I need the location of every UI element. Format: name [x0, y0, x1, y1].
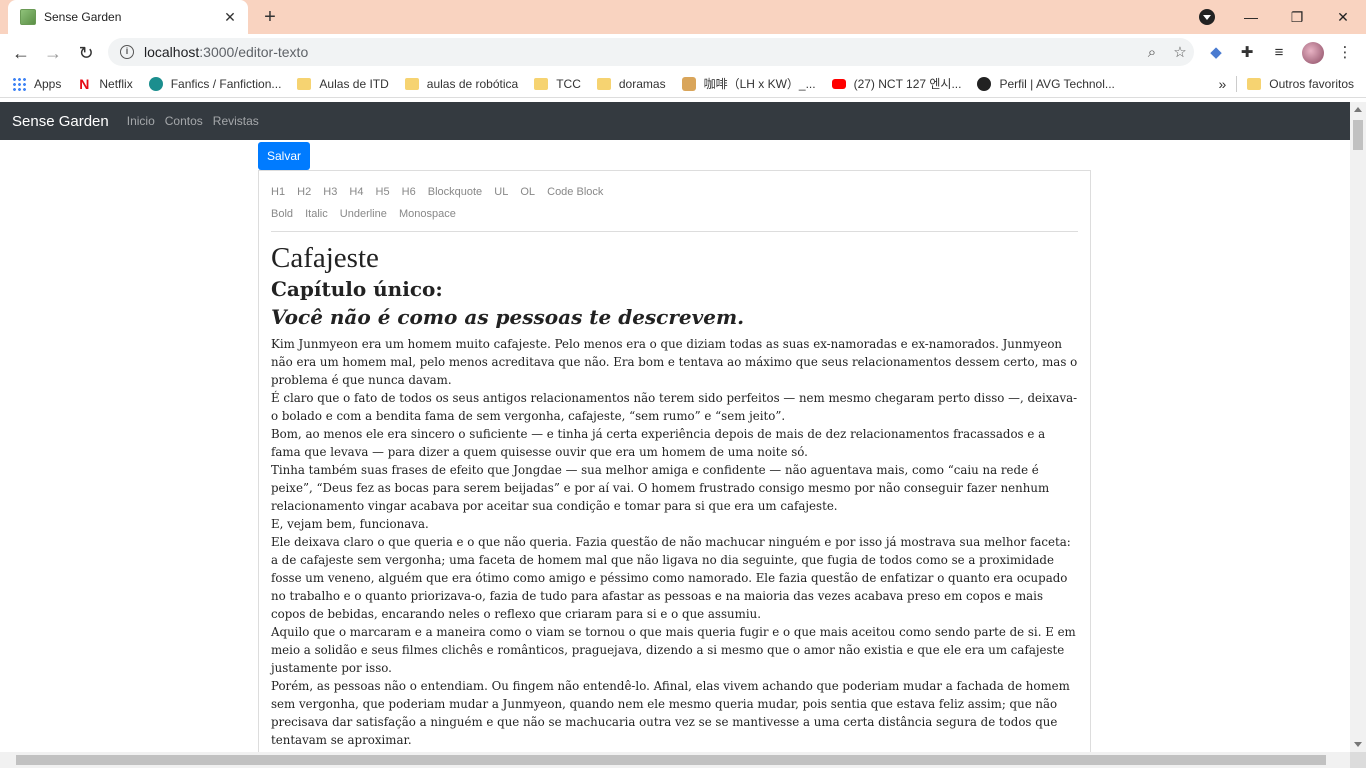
bookmark-aulas-itd[interactable]: Aulas de ITD: [297, 77, 389, 91]
blockquote-button[interactable]: Blockquote: [428, 186, 482, 198]
reload-icon[interactable]: ↻: [73, 40, 99, 66]
bookmarks-bar: Apps N Netflix Fanfics / Fanfiction... Au…: [0, 70, 1366, 98]
paragraph: Aquilo que o marcaram e a maneira como o…: [271, 625, 1076, 675]
url-text[interactable]: localhost:3000/editor-texto: [144, 44, 1138, 60]
h3-button[interactable]: H3: [323, 186, 337, 198]
rich-text-editor[interactable]: H1 H2 H3 H4 H5 H6 Blockquote UL OL Code …: [258, 170, 1091, 760]
h5-button[interactable]: H5: [376, 186, 390, 198]
ol-button[interactable]: OL: [520, 186, 535, 198]
address-bar[interactable]: i localhost:3000/editor-texto ⌕ ☆: [108, 38, 1194, 66]
site-favicon-icon: [20, 9, 36, 25]
bookmark-tcc[interactable]: TCC: [534, 77, 581, 91]
folder-icon: [596, 77, 611, 90]
youtube-icon: [831, 78, 846, 89]
restore-icon[interactable]: ❐: [1274, 0, 1320, 34]
back-arrow-icon[interactable]: ←: [8, 40, 34, 66]
horizontal-scroll-thumb[interactable]: [16, 755, 1326, 765]
editor-content[interactable]: Cafajeste Capítulo único: Você não é com…: [271, 242, 1078, 759]
chapter-subtitle: Você não é como as pessoas te descrevem.: [271, 305, 745, 329]
nav-link-contos[interactable]: Contos: [165, 114, 203, 128]
editor-toolbar: H1 H2 H3 H4 H5 H6 Blockquote UL OL Code …: [271, 181, 1078, 232]
bookmark-aulas-robotica[interactable]: aulas de robótica: [404, 77, 518, 91]
paragraph: Bom, ao menos ele era sincero o suficien…: [271, 427, 1046, 459]
scroll-up-icon[interactable]: [1354, 107, 1362, 112]
close-tab-icon[interactable]: ✕: [222, 9, 238, 26]
more-bookmarks-button[interactable]: »: [1219, 76, 1227, 92]
profile-avatar[interactable]: [1302, 42, 1324, 64]
folder-icon: [404, 77, 419, 90]
paragraph: Porém, as pessoas não o entendiam. Ou fi…: [271, 679, 1070, 747]
h4-button[interactable]: H4: [349, 186, 363, 198]
netflix-icon: N: [79, 75, 90, 92]
paragraph: E, vejam bem, funcionava.: [271, 517, 429, 531]
scroll-down-icon[interactable]: [1354, 742, 1362, 747]
bold-button[interactable]: Bold: [271, 208, 293, 220]
bookmark-other-favorites[interactable]: Outros favoritos: [1247, 77, 1354, 91]
paragraph: Ele deixava claro o que queria e o que n…: [271, 535, 1071, 621]
browser-tab[interactable]: Sense Garden ✕: [8, 0, 248, 34]
tab-search-icon[interactable]: [1199, 9, 1215, 25]
scrollbar-corner: [1350, 752, 1366, 768]
bookmark-apps[interactable]: Apps: [12, 76, 61, 91]
save-button[interactable]: Salvar: [258, 142, 310, 170]
nav-link-inicio[interactable]: Inicio: [127, 114, 155, 128]
paragraph: Tinha também suas frases de efeito que J…: [271, 463, 1050, 513]
folder-icon: [534, 77, 549, 90]
h1-button[interactable]: H1: [271, 186, 285, 198]
vertical-scrollbar[interactable]: [1350, 102, 1366, 752]
h6-button[interactable]: H6: [402, 186, 416, 198]
folder-icon: [297, 77, 312, 90]
bookmark-avg[interactable]: Perfil | AVG Technol...: [977, 76, 1115, 91]
bookmark-doramas[interactable]: doramas: [596, 77, 666, 91]
browser-toolbar: ← → ↻ i localhost:3000/editor-texto ⌕ ☆ …: [0, 34, 1366, 70]
inline-style-controls: Bold Italic Underline Monospace: [271, 203, 1078, 225]
bookmark-netflix[interactable]: N Netflix: [77, 77, 132, 91]
monospace-button[interactable]: Monospace: [399, 208, 456, 220]
story-title: Cafajeste: [271, 242, 379, 274]
horizontal-scrollbar[interactable]: [0, 752, 1350, 768]
bookmark-star-icon[interactable]: ☆: [1166, 43, 1194, 61]
forward-arrow-icon[interactable]: →: [40, 40, 66, 66]
bookmark-coffee[interactable]: 咖啡（LH x KW）_...: [681, 75, 816, 92]
site-brand[interactable]: Sense Garden: [12, 113, 109, 130]
extension-shield-icon[interactable]: ◆: [1207, 43, 1225, 61]
h2-button[interactable]: H2: [297, 186, 311, 198]
ul-button[interactable]: UL: [494, 186, 508, 198]
fanfiction-icon: [148, 76, 163, 91]
new-tab-button[interactable]: +: [258, 5, 282, 29]
paragraph: É claro que o fato de todos os seus anti…: [271, 391, 1078, 423]
bookmark-fanfiction[interactable]: Fanfics / Fanfiction...: [148, 76, 281, 91]
block-style-controls: H1 H2 H3 H4 H5 H6 Blockquote UL OL Code …: [271, 181, 1078, 203]
underline-button[interactable]: Underline: [340, 208, 387, 220]
browser-tab-strip: Sense Garden ✕ + — ❐ ✕: [0, 0, 1366, 34]
bookmark-nct127[interactable]: (27) NCT 127 엔시...: [831, 75, 961, 92]
zoom-icon[interactable]: ⌕: [1138, 44, 1166, 61]
vertical-scroll-thumb[interactable]: [1353, 120, 1363, 150]
minimize-icon[interactable]: —: [1228, 0, 1274, 34]
avg-icon: [977, 76, 992, 91]
coffee-icon: [681, 76, 696, 91]
folder-icon: [1247, 78, 1262, 90]
site-navbar: Sense Garden Inicio Contos Revistas: [0, 102, 1350, 140]
nav-link-revistas[interactable]: Revistas: [213, 114, 259, 128]
menu-dots-icon[interactable]: ⋮: [1336, 43, 1354, 61]
bookmarks-divider: [1236, 76, 1238, 92]
italic-button[interactable]: Italic: [305, 208, 328, 220]
media-control-icon[interactable]: ≡: [1270, 43, 1288, 61]
site-info-icon[interactable]: i: [120, 45, 134, 59]
paragraph: Kim Junmyeon era um homem muito cafajest…: [271, 337, 1078, 387]
apps-grid-icon: [12, 76, 26, 91]
code-block-button[interactable]: Code Block: [547, 186, 603, 198]
window-close-icon[interactable]: ✕: [1320, 0, 1366, 34]
extensions-puzzle-icon[interactable]: ✚: [1238, 43, 1256, 61]
tab-title: Sense Garden: [44, 10, 122, 24]
chapter-heading: Capítulo único:: [271, 277, 443, 301]
